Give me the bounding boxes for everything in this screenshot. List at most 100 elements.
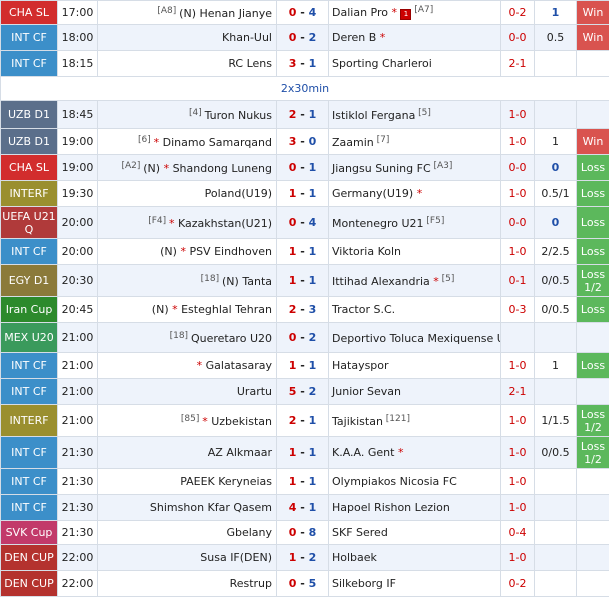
score[interactable]: 0 - 8 (277, 521, 329, 545)
score[interactable]: 1 - 1 (277, 469, 329, 495)
away-team[interactable]: Germany(U19) * (329, 181, 501, 207)
away-team[interactable]: Deportivo Toluca Mexiquense U20 [9] (329, 323, 501, 353)
away-team[interactable]: Holbaek (329, 545, 501, 571)
league-badge[interactable]: DEN CUP (1, 545, 58, 571)
home-team[interactable]: Susa IF(DEN) (98, 545, 277, 571)
score[interactable]: 2 - 1 (277, 101, 329, 129)
away-team[interactable]: Montenegro U21 [F5] (329, 207, 501, 239)
league-badge[interactable]: INT CF (1, 51, 58, 77)
score[interactable]: 4 - 1 (277, 495, 329, 521)
match-time: 18:15 (58, 51, 98, 77)
away-team[interactable]: Istiklol Fergana [5] (329, 101, 501, 129)
league-badge[interactable]: Iran Cup (1, 297, 58, 323)
home-team[interactable]: AZ Alkmaar (98, 437, 277, 469)
score[interactable]: 1 - 2 (277, 545, 329, 571)
handicap-odds (535, 469, 577, 495)
home-rank: [18] (170, 331, 191, 341)
star-icon: * (376, 31, 385, 44)
away-team[interactable]: Zaamin [7] (329, 129, 501, 155)
away-team[interactable]: Tractor S.C. (329, 297, 501, 323)
league-badge[interactable]: CHA SL (1, 1, 58, 25)
league-badge[interactable]: INT CF (1, 495, 58, 521)
result-badge: Loss (577, 155, 609, 181)
score[interactable]: 1 - 1 (277, 181, 329, 207)
home-team[interactable]: [A8] (N) Henan Jianye (98, 1, 277, 25)
star-icon: * (413, 187, 422, 200)
home-team-name: Turon Nukus (205, 109, 272, 122)
score[interactable]: 2 - 1 (277, 405, 329, 437)
away-team[interactable]: SKF Sered (329, 521, 501, 545)
handicap-odds: 1 (535, 353, 577, 379)
star-icon: * (154, 136, 163, 149)
league-badge[interactable]: INT CF (1, 437, 58, 469)
result-badge: Loss 1/2 (577, 265, 609, 297)
home-team[interactable]: Khan-Uul (98, 25, 277, 51)
away-team[interactable]: Viktoria Koln (329, 239, 501, 265)
league-badge[interactable]: SVK Cup (1, 521, 58, 545)
away-team[interactable]: Junior Sevan (329, 379, 501, 405)
score[interactable]: 0 - 4 (277, 207, 329, 239)
score[interactable]: 1 - 1 (277, 437, 329, 469)
league-badge[interactable]: INT CF (1, 353, 58, 379)
league-badge[interactable]: DEN CUP (1, 571, 58, 597)
home-team[interactable]: * Galatasaray (98, 353, 277, 379)
away-team[interactable]: Jiangsu Suning FC [A3] (329, 155, 501, 181)
league-badge[interactable]: INTERF (1, 405, 58, 437)
match-time: 20:30 (58, 265, 98, 297)
score[interactable]: 1 - 1 (277, 265, 329, 297)
home-team[interactable]: [F4] * Kazakhstan(U21) (98, 207, 277, 239)
home-team[interactable]: (N) * PSV Eindhoven (98, 239, 277, 265)
home-team[interactable]: [6] * Dinamo Samarqand (98, 129, 277, 155)
score[interactable]: 3 - 0 (277, 129, 329, 155)
league-badge[interactable]: INT CF (1, 239, 58, 265)
league-badge[interactable]: INTERF (1, 181, 58, 207)
away-team[interactable]: Hapoel Rishon Lezion (329, 495, 501, 521)
league-badge[interactable]: CHA SL (1, 155, 58, 181)
away-team[interactable]: K.A.A. Gent * (329, 437, 501, 469)
league-badge[interactable]: INT CF (1, 379, 58, 405)
score[interactable]: 0 - 2 (277, 323, 329, 353)
half-time-score: 0-0 (501, 207, 535, 239)
score[interactable]: 1 - 1 (277, 239, 329, 265)
league-badge[interactable]: EGY D1 (1, 265, 58, 297)
home-team[interactable]: Shimshon Kfar Qasem (98, 495, 277, 521)
score[interactable]: 5 - 2 (277, 379, 329, 405)
star-icon: * (164, 162, 173, 175)
home-team[interactable]: [4] Turon Nukus (98, 101, 277, 129)
score[interactable]: 3 - 1 (277, 51, 329, 77)
league-badge[interactable]: MEX U20 (1, 323, 58, 353)
league-badge[interactable]: INT CF (1, 469, 58, 495)
score[interactable]: 0 - 4 (277, 1, 329, 25)
home-team[interactable]: Gbelany (98, 521, 277, 545)
league-badge[interactable]: INT CF (1, 25, 58, 51)
home-team[interactable]: RC Lens (98, 51, 277, 77)
half-time-score: 1-0 (501, 181, 535, 207)
score[interactable]: 0 - 2 (277, 25, 329, 51)
home-team[interactable]: [85] * Uzbekistan (98, 405, 277, 437)
home-team[interactable]: PAEEK Keryneias (98, 469, 277, 495)
home-rank: [85] (181, 414, 202, 424)
home-team[interactable]: Urartu (98, 379, 277, 405)
league-badge[interactable]: UZB D1 (1, 129, 58, 155)
league-badge[interactable]: UZB D1 (1, 101, 58, 129)
away-team[interactable]: Ittihad Alexandria * [5] (329, 265, 501, 297)
away-team[interactable]: Tajikistan [121] (329, 405, 501, 437)
away-team[interactable]: Silkeborg IF (329, 571, 501, 597)
home-team-name: PAEEK Keryneias (180, 475, 272, 488)
home-team[interactable]: [18] Queretaro U20 (98, 323, 277, 353)
score[interactable]: 1 - 1 (277, 353, 329, 379)
score[interactable]: 0 - 1 (277, 155, 329, 181)
home-team[interactable]: [18] (N) Tanta (98, 265, 277, 297)
score[interactable]: 2 - 3 (277, 297, 329, 323)
away-team[interactable]: Hatayspor (329, 353, 501, 379)
league-badge[interactable]: UEFA U21 Q (1, 207, 58, 239)
away-team[interactable]: Dalian Pro * 1 [A7] (329, 1, 501, 25)
home-team[interactable]: Poland(U19) (98, 181, 277, 207)
away-team[interactable]: Olympiakos Nicosia FC (329, 469, 501, 495)
home-team[interactable]: [A2] (N) * Shandong Luneng (98, 155, 277, 181)
away-team[interactable]: Sporting Charleroi (329, 51, 501, 77)
home-team[interactable]: Restrup (98, 571, 277, 597)
score[interactable]: 0 - 5 (277, 571, 329, 597)
away-team[interactable]: Deren B * (329, 25, 501, 51)
home-team[interactable]: (N) * Esteghlal Tehran (98, 297, 277, 323)
